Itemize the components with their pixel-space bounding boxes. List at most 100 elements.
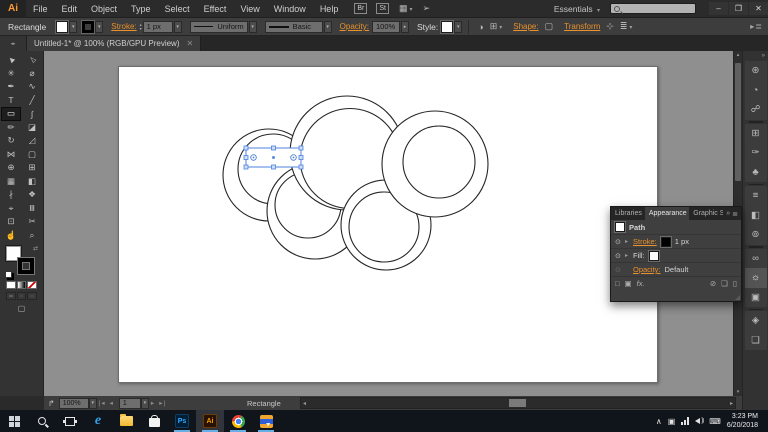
stroke-swatch[interactable] xyxy=(659,235,672,248)
brush-definition-dropdown[interactable]: ▾ xyxy=(323,20,332,33)
opacity-link[interactable]: Opacity: xyxy=(633,265,661,274)
fill-expand-icon[interactable]: ▸ xyxy=(625,252,633,259)
edge-icon[interactable]: e xyxy=(84,410,112,432)
selection-handle[interactable] xyxy=(243,164,249,170)
tools-panel-collapse-icon[interactable]: ◂▸ xyxy=(0,36,27,51)
swap-fill-stroke-icon[interactable]: ⇄ xyxy=(33,245,38,252)
opacity-link[interactable]: Opacity: xyxy=(340,22,369,31)
scroll-left-icon[interactable]: ◂ xyxy=(303,398,306,408)
symbol-sprayer-tool[interactable]: ⌖ xyxy=(1,202,21,216)
line-segment-tool[interactable]: ╱ xyxy=(22,94,42,108)
panel-menu-icon[interactable]: ≣ xyxy=(732,210,738,218)
start-button[interactable] xyxy=(0,410,28,432)
fill-swatch[interactable] xyxy=(647,249,660,262)
close-button[interactable]: ✕ xyxy=(749,2,768,15)
free-transform-tool[interactable]: ▢ xyxy=(22,148,42,162)
slice-tool[interactable]: ✂ xyxy=(22,215,42,229)
document-setup-icon[interactable]: ⊞ ▾ xyxy=(490,21,503,32)
stroke-row[interactable]: ⊙ ▸ Stroke: 1 px xyxy=(611,235,741,249)
fill-color-dropdown[interactable]: ▾ xyxy=(69,20,78,33)
ring-right-inner-circle[interactable] xyxy=(402,125,476,199)
artboards-panel-icon[interactable]: ❏ xyxy=(744,330,767,350)
media-app-icon[interactable]: ➤ xyxy=(252,410,280,432)
style-dropdown[interactable]: ▾ xyxy=(454,20,463,33)
perspective-grid-tool[interactable]: ⊞ xyxy=(22,161,42,175)
libraries-panel-icon[interactable]: ∞ xyxy=(744,248,767,268)
column-graph-tool[interactable]: Ⅲ xyxy=(22,202,42,216)
zoom-level-field[interactable]: 100% xyxy=(58,397,89,409)
opacity-visibility-icon[interactable]: ⊙ xyxy=(615,266,625,274)
paintbrush-tool[interactable]: ∫ xyxy=(22,107,42,121)
scroll-right-icon[interactable]: ▸ xyxy=(730,398,733,408)
first-artboard-button[interactable]: |◂ xyxy=(99,399,106,407)
task-view-button[interactable] xyxy=(56,410,84,432)
file-explorer-icon[interactable] xyxy=(112,410,140,432)
tray-chevron-icon[interactable]: ∧ xyxy=(656,417,662,426)
color-guide-panel-icon[interactable]: ◔ xyxy=(744,80,767,100)
menu-effect[interactable]: Effect xyxy=(197,0,234,18)
touch-keyboard-icon[interactable]: ⌨ xyxy=(709,417,721,426)
tab-libraries[interactable]: Libraries xyxy=(611,207,645,220)
default-fill-stroke-icon[interactable] xyxy=(5,271,12,278)
graphic-styles-panel-icon[interactable]: ▣ xyxy=(744,287,767,307)
asset-export-panel-icon[interactable]: ☍ xyxy=(744,100,767,120)
add-new-stroke-icon[interactable]: □ xyxy=(615,279,620,288)
screen-mode-button[interactable]: ▢ xyxy=(0,300,43,313)
stroke-weight-dropdown[interactable]: ▾ xyxy=(173,20,182,33)
style-swatch[interactable] xyxy=(440,19,455,34)
volume-icon[interactable]: )) xyxy=(695,418,704,424)
width-tool[interactable]: ⋈ xyxy=(1,148,21,162)
fill-visibility-icon[interactable]: ⊙ xyxy=(615,252,625,260)
artboard-number-dropdown[interactable]: ▾ xyxy=(140,397,149,409)
scroll-down-icon[interactable]: ▾ xyxy=(734,389,742,395)
photoshop-icon[interactable]: Ps xyxy=(168,410,196,432)
app-logo-icon[interactable]: Ai xyxy=(0,0,26,18)
clear-appearance-icon[interactable]: ⊘ xyxy=(710,279,716,288)
stroke-link[interactable]: Stroke: xyxy=(111,22,136,31)
add-new-effect-icon[interactable]: fx. xyxy=(637,279,645,288)
restore-button[interactable]: ❐ xyxy=(729,2,748,15)
tab-appearance[interactable]: Appearance xyxy=(644,207,690,220)
illustrator-icon[interactable]: Ai xyxy=(196,410,224,432)
pencil-tool[interactable]: ✏ xyxy=(1,121,21,135)
shape-builder-tool[interactable]: ⊕ xyxy=(1,161,21,175)
zoom-tool[interactable]: ⌕ xyxy=(22,229,42,243)
menu-help[interactable]: Help xyxy=(313,0,346,18)
blend-tool[interactable]: ❖ xyxy=(22,188,42,202)
none-button[interactable] xyxy=(27,281,38,289)
selection-handle[interactable] xyxy=(243,145,249,151)
align-icon[interactable]: ⊹ xyxy=(606,21,614,32)
gradient-panel-icon[interactable]: ◧ xyxy=(744,205,767,225)
brush-definition-field[interactable]: Basic xyxy=(264,20,323,33)
stroke-proxy-swatch[interactable] xyxy=(18,258,34,274)
stroke-weight-field[interactable]: 1 px xyxy=(142,20,173,33)
fill-stroke-proxy[interactable]: ⇄ xyxy=(5,245,38,278)
menu-select[interactable]: Select xyxy=(158,0,197,18)
artboard-number-field[interactable]: 1 xyxy=(118,397,141,409)
transparency-panel-icon[interactable]: ⊚ xyxy=(744,225,767,245)
network-icon[interactable] xyxy=(681,417,690,425)
control-panel-menu-icon[interactable]: ▸≣ xyxy=(750,22,763,31)
add-new-fill-icon[interactable]: ▣ xyxy=(625,279,632,288)
opacity-field[interactable]: 100% xyxy=(371,20,400,33)
fill-color-swatch[interactable] xyxy=(55,19,70,34)
lasso-tool[interactable]: ⌀ xyxy=(22,67,42,81)
selection-handle[interactable] xyxy=(298,145,304,151)
direct-selection-tool[interactable]: ▻ xyxy=(22,53,42,67)
next-artboard-button[interactable]: ▸ xyxy=(151,399,155,407)
width-profile-field[interactable]: Uniform xyxy=(189,20,248,33)
artwork-svg[interactable] xyxy=(119,67,659,384)
brushes-panel-icon[interactable]: ✑ xyxy=(744,143,767,163)
status-export-icon[interactable]: ↱ xyxy=(48,399,55,408)
zoom-level-dropdown[interactable]: ▾ xyxy=(88,397,97,409)
menu-window[interactable]: Window xyxy=(267,0,313,18)
menu-edit[interactable]: Edit xyxy=(55,0,85,18)
stroke-expand-icon[interactable]: ▸ xyxy=(625,238,633,245)
selection-tool[interactable]: ► xyxy=(1,53,21,67)
selection-handle[interactable] xyxy=(271,164,276,170)
appearance-item-row[interactable]: Path xyxy=(611,220,741,235)
scale-tool[interactable]: ◿ xyxy=(22,134,42,148)
recolor-artwork-icon[interactable]: ◑ xyxy=(478,22,483,32)
menu-view[interactable]: View xyxy=(233,0,266,18)
vertical-scroll-thumb[interactable] xyxy=(735,63,741,181)
